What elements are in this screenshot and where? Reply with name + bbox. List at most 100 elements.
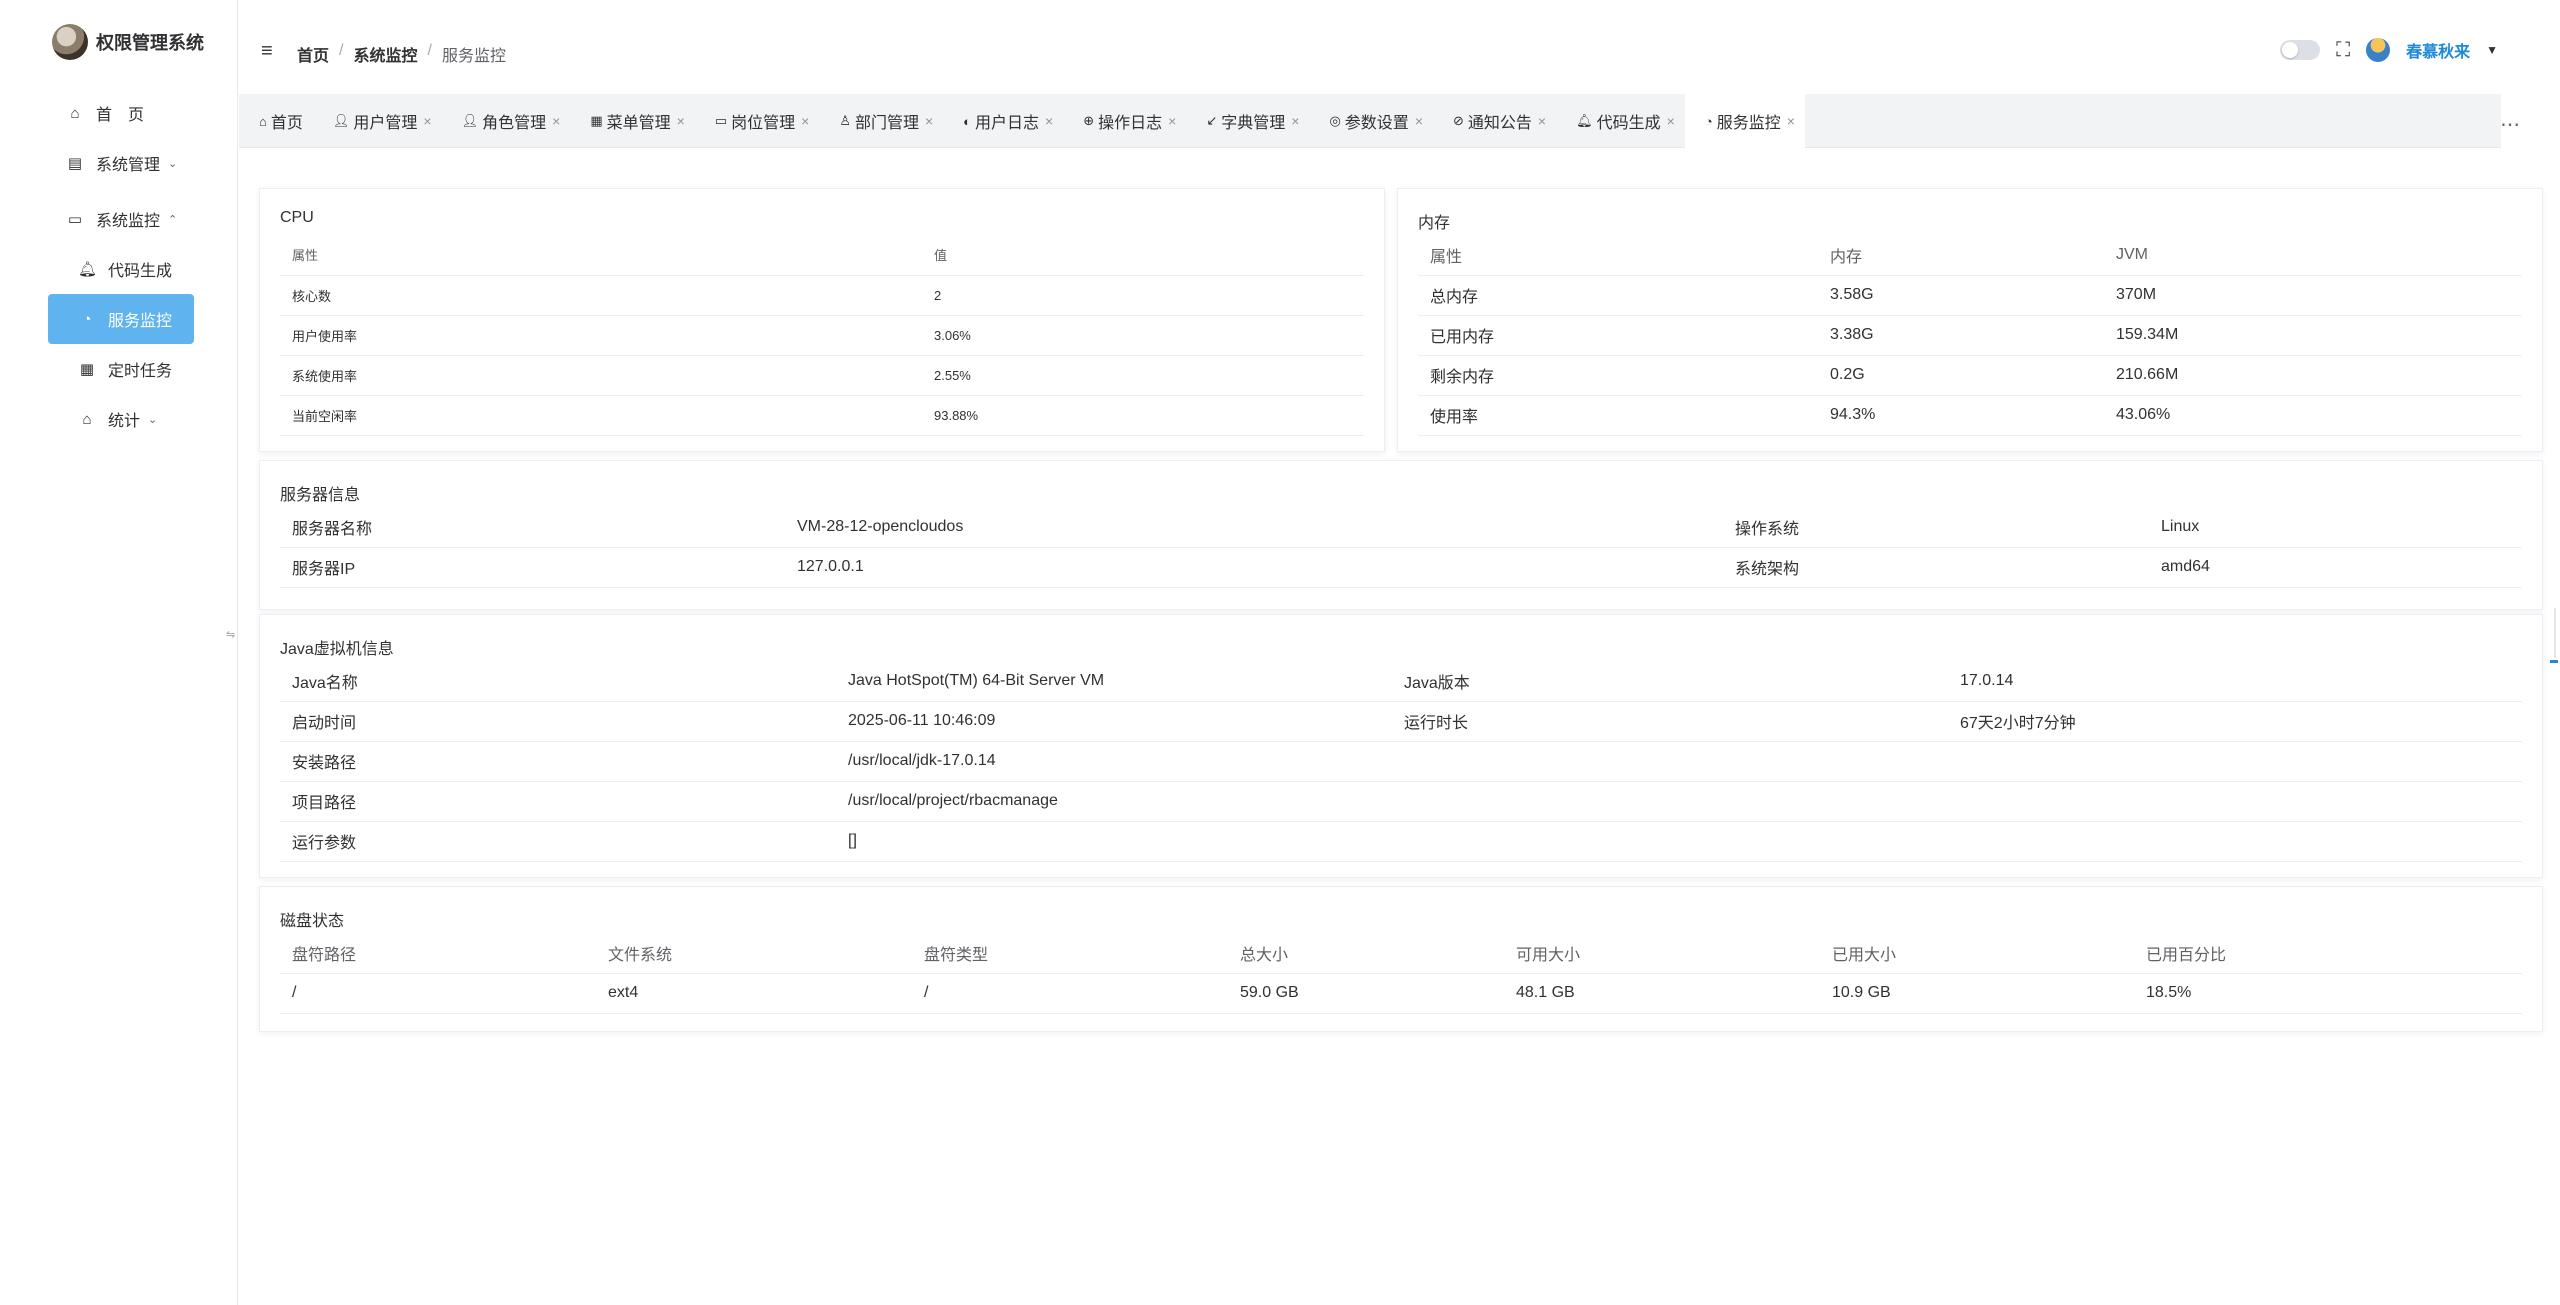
app-logo bbox=[52, 24, 88, 60]
table-row: 服务器名称 VM-28-12-opencloudos 操作系统 Linux bbox=[280, 507, 2522, 548]
table-cell: /usr/local/project/rbacmanage bbox=[836, 781, 1392, 822]
tab-label: 字典管理 bbox=[1221, 115, 1286, 132]
table-cell: 系统使用率 bbox=[280, 355, 922, 396]
tab-param-settings[interactable]: ◎ 参数设置 × bbox=[1309, 94, 1433, 148]
tab-user-management[interactable]: 👤︎ 用户管理 × bbox=[313, 94, 442, 148]
close-icon[interactable]: × bbox=[1045, 113, 1053, 129]
scrollbar[interactable] bbox=[2548, 608, 2556, 658]
tab-label: 角色管理 bbox=[482, 115, 547, 132]
close-icon[interactable]: × bbox=[1415, 113, 1423, 129]
memory-table: 属性 内存 JVM 总内存 3.58G 370M 已用内存 3.38G 159.… bbox=[1418, 235, 2522, 436]
tab-operation-log[interactable]: ⊕ 操作日志 × bbox=[1063, 94, 1186, 148]
sidebar-item-codegen[interactable]: 🔔︎ 代码生成 bbox=[48, 244, 194, 294]
column-header: JVM bbox=[2104, 235, 2522, 276]
tab-bar: ⌂ 首页 👤︎ 用户管理 × 👤︎ 角色管理 × ▦ 菜单管理 × ▭ 岗位管理… bbox=[239, 94, 2501, 148]
close-icon[interactable]: × bbox=[1291, 113, 1299, 129]
table-header-row: 属性 内存 JVM bbox=[1418, 235, 2522, 276]
table-cell: ext4 bbox=[596, 973, 912, 1014]
globe-icon: ⊕ bbox=[1083, 113, 1095, 128]
table-row: 已用内存 3.38G 159.34M bbox=[1418, 315, 2522, 356]
table-cell: 剩余内存 bbox=[1418, 355, 1818, 396]
table-cell: 已用内存 bbox=[1418, 315, 1818, 356]
tab-role-management[interactable]: 👤︎ 角色管理 × bbox=[442, 94, 571, 148]
avatar[interactable] bbox=[2366, 38, 2391, 62]
fullscreen-icon[interactable]: ⛶ bbox=[2336, 39, 2350, 62]
close-icon[interactable]: × bbox=[1787, 113, 1795, 129]
home-icon: ⌂ bbox=[70, 104, 80, 122]
table-cell: 使用率 bbox=[1418, 395, 1818, 436]
table-row: 运行参数 [] bbox=[280, 821, 2522, 862]
sidebar-menu: ⌂ 首 页 ▤ 系统管理 ⌄ ▭ 系统监控 ⌃ 🔔︎ 代码生成 ◔ 服务监控 ▦… bbox=[48, 88, 194, 444]
table-row: 当前空闲率 93.88% bbox=[280, 395, 1364, 436]
sidebar-item-system[interactable]: ▤ 系统管理 ⌄ bbox=[48, 138, 194, 188]
column-header: 属性 bbox=[280, 235, 922, 276]
monitor-icon: ▭ bbox=[67, 211, 83, 228]
table-cell: 系统架构 bbox=[1723, 547, 2149, 588]
tab-notice[interactable]: ⊘ 通知公告 × bbox=[1433, 94, 1556, 148]
memory-card: 内存 属性 内存 JVM 总内存 3.58G 370M 已用内存 3.38G 1… bbox=[1397, 188, 2543, 452]
tab-post-management[interactable]: ▭ 岗位管理 × bbox=[695, 94, 820, 148]
breadcrumb-monitor[interactable]: 系统监控 bbox=[353, 42, 417, 66]
scrollbar-thumb[interactable] bbox=[2550, 660, 2558, 663]
table-cell: 127.0.0.1 bbox=[785, 547, 1723, 588]
theme-toggle[interactable] bbox=[2280, 40, 2321, 60]
collapse-handle-icon[interactable]: ⇋ bbox=[226, 628, 235, 641]
check-icon: ⊘ bbox=[1453, 113, 1464, 128]
close-icon[interactable]: × bbox=[925, 113, 933, 129]
chevron-up-icon: ⌃ bbox=[168, 213, 178, 226]
close-icon[interactable]: × bbox=[1168, 113, 1176, 129]
user-icon: ♙ bbox=[839, 113, 851, 128]
caret-down-icon[interactable]: ▼ bbox=[2486, 43, 2498, 57]
tab-menu-management[interactable]: ▦ 菜单管理 × bbox=[570, 94, 695, 148]
more-icon[interactable]: ⋯ bbox=[2500, 112, 2521, 137]
table-cell: 服务器名称 bbox=[280, 507, 785, 548]
tab-user-log[interactable]: ◐ 用户日志 × bbox=[943, 94, 1063, 148]
close-icon[interactable]: × bbox=[1538, 113, 1546, 129]
close-icon[interactable]: × bbox=[801, 113, 809, 129]
table-row: 核心数 2 bbox=[280, 275, 1364, 316]
sidebar-item-monitor[interactable]: ▭ 系统监控 ⌃ bbox=[48, 194, 194, 244]
table-cell: Java HotSpot(TM) 64-Bit Server VM bbox=[836, 661, 1392, 702]
chrome-icon: ◎ bbox=[1329, 113, 1341, 128]
close-icon[interactable]: × bbox=[552, 113, 560, 129]
sidebar-item-scheduled-task[interactable]: ▦ 定时任务 bbox=[48, 344, 194, 394]
close-icon[interactable]: × bbox=[423, 113, 431, 129]
table-cell: amd64 bbox=[2149, 547, 2522, 588]
tab-dept-management[interactable]: ♙ 部门管理 × bbox=[819, 94, 943, 148]
tab-dict-management[interactable]: ↙ 字典管理 × bbox=[1186, 94, 1309, 148]
hamburger-icon[interactable]: ≡ bbox=[261, 40, 273, 63]
table-cell: 启动时间 bbox=[280, 701, 836, 742]
column-header: 内存 bbox=[1818, 235, 2104, 276]
tab-server-monitor[interactable]: ◔ 服务监控 × bbox=[1684, 94, 1805, 148]
close-icon[interactable]: × bbox=[1667, 113, 1675, 129]
tab-home[interactable]: ⌂ 首页 bbox=[239, 94, 313, 148]
table-cell: 43.06% bbox=[2104, 395, 2522, 436]
username[interactable]: 春慕秋来 bbox=[2406, 38, 2470, 62]
breadcrumb-home[interactable]: 首页 bbox=[297, 42, 329, 66]
bell-icon: 🔔︎ bbox=[1576, 113, 1593, 128]
table-cell: 核心数 bbox=[280, 275, 922, 316]
table-cell: 93.88% bbox=[922, 395, 1364, 436]
server-info-title: 服务器信息 bbox=[280, 487, 361, 504]
table-row: 项目路径 /usr/local/project/rbacmanage bbox=[280, 781, 2522, 822]
sidebar: 权限管理系统 ⌂ 首 页 ▤ 系统管理 ⌄ ▭ 系统监控 ⌃ 🔔︎ 代码生成 ◔… bbox=[0, 0, 238, 1305]
table-cell: /usr/local/jdk-17.0.14 bbox=[836, 741, 1392, 782]
tab-label: 操作日志 bbox=[1098, 115, 1163, 132]
table-cell: 0.2G bbox=[1818, 355, 2104, 396]
table-header-row: 盘符路径 文件系统 盘符类型 总大小 可用大小 已用大小 已用百分比 bbox=[280, 933, 2522, 974]
table-row: 使用率 94.3% 43.06% bbox=[1418, 395, 2522, 436]
sidebar-item-home[interactable]: ⌂ 首 页 bbox=[48, 88, 194, 138]
sidebar-item-server-monitor[interactable]: ◔ 服务监控 bbox=[48, 294, 194, 344]
memory-title: 内存 bbox=[1418, 215, 1451, 232]
sidebar-item-stats[interactable]: ⌂ 统计 ⌄ bbox=[48, 394, 194, 444]
jvm-title: Java虚拟机信息 bbox=[280, 641, 394, 658]
tab-codegen[interactable]: 🔔︎ 代码生成 × bbox=[1556, 94, 1685, 148]
chevron-down-icon: ⌄ bbox=[168, 157, 178, 170]
table-cell: 项目路径 bbox=[280, 781, 836, 822]
table-cell: 3.06% bbox=[922, 315, 1364, 356]
table-cell: 安装路径 bbox=[280, 741, 836, 782]
header-actions: ⛶ 春慕秋来 ▼ bbox=[2280, 38, 2498, 62]
brand[interactable]: 权限管理系统 bbox=[52, 24, 204, 60]
close-icon[interactable]: × bbox=[677, 113, 685, 129]
tab-label: 参数设置 bbox=[1344, 115, 1409, 132]
